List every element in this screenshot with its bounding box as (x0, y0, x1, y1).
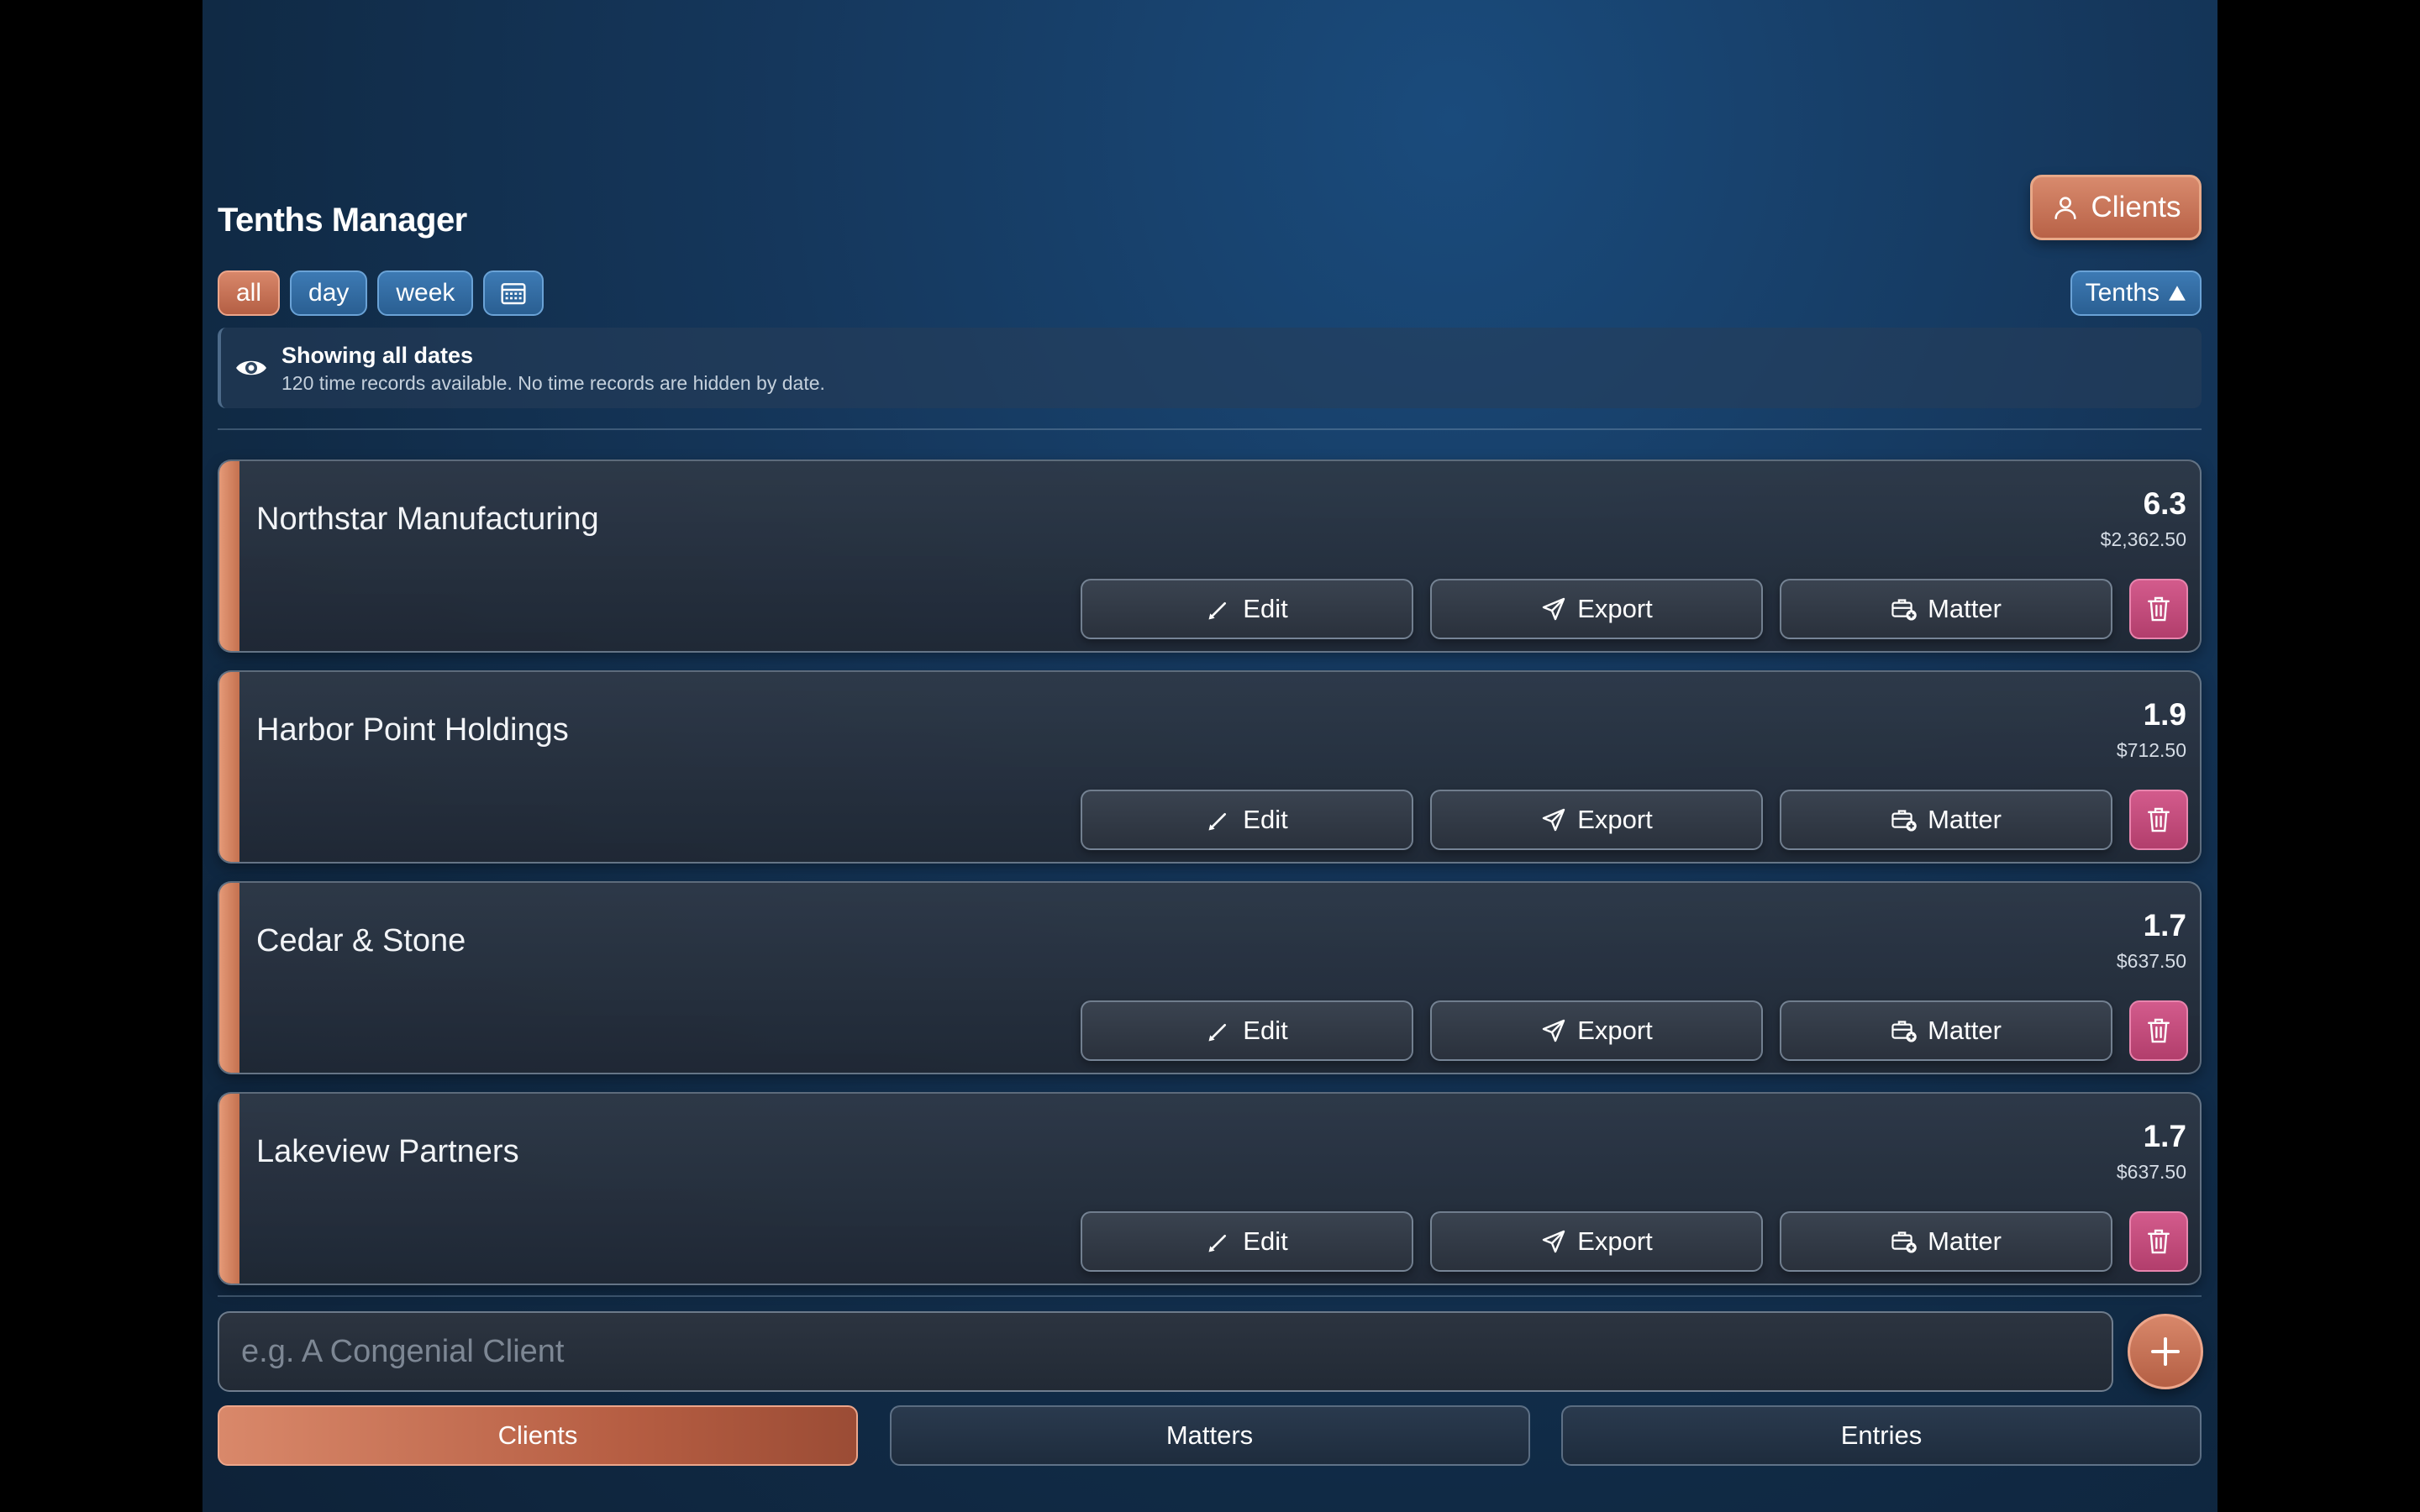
briefcase-plus-icon (1891, 1021, 1917, 1042)
paper-plane-icon (1542, 808, 1565, 832)
client-tenths: 1.9 (2143, 697, 2186, 732)
delete-button[interactable] (2129, 790, 2188, 850)
matter-label: Matter (1928, 805, 2002, 834)
pencil-icon (1208, 1235, 1227, 1252)
client-amount: $712.50 (2116, 739, 2186, 761)
tab-clients[interactable]: Clients (218, 1405, 858, 1466)
card-accent-bar (219, 1094, 239, 1284)
filter-week[interactable]: week (377, 270, 474, 316)
delete-button[interactable] (2129, 1000, 2188, 1061)
banner-title: Showing all dates (281, 343, 474, 368)
add-matter-button[interactable]: Matter (1780, 1211, 2112, 1272)
export-button[interactable]: Export (1430, 579, 1763, 639)
briefcase-plus-icon (1891, 1231, 1917, 1253)
filter-all[interactable]: all (218, 270, 281, 316)
briefcase-plus-icon (1891, 810, 1917, 832)
paper-plane-icon (1542, 597, 1565, 621)
tab-entries[interactable]: Entries (1561, 1405, 2202, 1466)
pencil-icon (1208, 602, 1227, 620)
card-accent-bar (219, 883, 239, 1073)
client-actions: Edit Export Matter (1081, 790, 2188, 850)
client-actions: Edit Export Matter (1081, 1000, 2188, 1061)
add-client-button[interactable] (2128, 1314, 2203, 1389)
filter-calendar[interactable] (483, 270, 544, 316)
add-matter-button[interactable]: Matter (1780, 579, 2112, 639)
card-accent-bar (219, 672, 239, 862)
export-button[interactable]: Export (1430, 1000, 1763, 1061)
edit-button[interactable]: Edit (1081, 579, 1413, 639)
export-button[interactable]: Export (1430, 790, 1763, 850)
edit-button[interactable]: Edit (1081, 790, 1413, 850)
client-amount: $2,362.50 (2100, 528, 2186, 550)
date-filter-banner: Showing all dates 120 time records avail… (218, 328, 2202, 408)
edit-label: Edit (1243, 1226, 1288, 1256)
trash-icon (2148, 807, 2170, 832)
edit-button[interactable]: Edit (1081, 1211, 1413, 1272)
bottom-tab-bar: Clients Matters Entries (218, 1405, 2202, 1466)
edit-label: Edit (1243, 805, 1288, 834)
briefcase-plus-icon (1891, 599, 1917, 621)
pencil-icon (1208, 1024, 1227, 1042)
sort-tenths-button[interactable]: Tenths (2070, 270, 2202, 316)
plus-icon (2151, 1337, 2180, 1366)
matter-label: Matter (1928, 594, 2002, 623)
edit-label: Edit (1243, 1016, 1288, 1045)
banner-subtitle: 120 time records available. No time reco… (281, 372, 825, 394)
client-name: Northstar Manufacturing (256, 501, 599, 537)
edit-button[interactable]: Edit (1081, 1000, 1413, 1061)
export-label: Export (1577, 594, 1653, 623)
filter-day[interactable]: day (290, 270, 368, 316)
eye-icon (236, 360, 266, 375)
add-matter-button[interactable]: Matter (1780, 790, 2112, 850)
date-filter-group: all day week (218, 270, 544, 316)
edit-label: Edit (1243, 594, 1288, 623)
client-name: Lakeview Partners (256, 1134, 519, 1169)
clients-button[interactable]: Clients (2030, 175, 2202, 240)
divider (218, 428, 2202, 430)
paper-plane-icon (1542, 1019, 1565, 1042)
divider (218, 1295, 2202, 1297)
export-label: Export (1577, 805, 1653, 834)
add-matter-button[interactable]: Matter (1780, 1000, 2112, 1061)
pencil-icon (1208, 813, 1227, 831)
client-actions: Edit Export Matter (1081, 1211, 2188, 1272)
paper-plane-icon (1542, 1230, 1565, 1253)
trash-icon (2148, 1018, 2170, 1043)
client-card[interactable]: Northstar Manufacturing 6.3 $2,362.50 Ed… (218, 459, 2202, 653)
calendar-icon (501, 283, 526, 305)
card-accent-bar (219, 461, 239, 651)
tab-matters[interactable]: Matters (889, 1405, 1530, 1466)
client-name: Harbor Point Holdings (256, 712, 569, 748)
matter-label: Matter (1928, 1016, 2002, 1045)
client-card[interactable]: Lakeview Partners 1.7 $637.50 Edit Expor… (218, 1092, 2202, 1285)
page-title: Tenths Manager (218, 202, 467, 239)
triangle-up-icon (2169, 286, 2186, 301)
client-tenths: 1.7 (2143, 1119, 2186, 1153)
delete-button[interactable] (2129, 1211, 2188, 1272)
new-client-input[interactable] (218, 1311, 2113, 1392)
client-tenths: 6.3 (2143, 486, 2186, 521)
sort-button-label: Tenths (2085, 279, 2160, 307)
client-actions: Edit Export Matter (1081, 579, 2188, 639)
client-amount: $637.50 (2116, 1161, 2186, 1183)
trash-icon (2148, 1229, 2170, 1254)
export-label: Export (1577, 1226, 1653, 1256)
client-card[interactable]: Harbor Point Holdings 1.9 $712.50 Edit E… (218, 670, 2202, 864)
export-label: Export (1577, 1016, 1653, 1045)
trash-icon (2148, 596, 2170, 622)
clients-button-label: Clients (2091, 191, 2181, 223)
person-icon (2054, 197, 2076, 220)
delete-button[interactable] (2129, 579, 2188, 639)
client-tenths: 1.7 (2143, 908, 2186, 942)
client-amount: $637.50 (2116, 950, 2186, 972)
export-button[interactable]: Export (1430, 1211, 1763, 1272)
matter-label: Matter (1928, 1226, 2002, 1256)
client-name: Cedar & Stone (256, 923, 466, 958)
app-window: Tenths Manager Clients all day week Tent… (203, 0, 2217, 1512)
client-card[interactable]: Cedar & Stone 1.7 $637.50 Edit Export Ma… (218, 881, 2202, 1074)
